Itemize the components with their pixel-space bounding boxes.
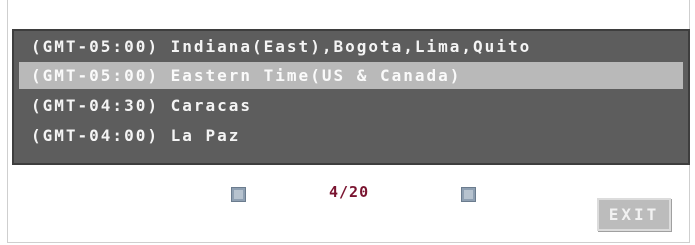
timezone-item[interactable]: (GMT-04:30) Caracas [19,92,683,119]
next-page-button[interactable] [461,187,476,202]
timezone-item[interactable]: (GMT-04:00) La Paz [19,122,683,149]
page-indicator: 4/20 [329,183,370,201]
timezone-item-selected[interactable]: (GMT-05:00) Eastern Time(US & Canada) [19,62,683,89]
timezone-item[interactable]: (GMT-05:00) Indiana(East),Bogota,Lima,Qu… [19,33,683,60]
previous-page-button[interactable] [231,187,246,202]
exit-button[interactable]: EXIT [597,198,671,231]
timezone-list: (GMT-05:00) Indiana(East),Bogota,Lima,Qu… [12,29,690,165]
